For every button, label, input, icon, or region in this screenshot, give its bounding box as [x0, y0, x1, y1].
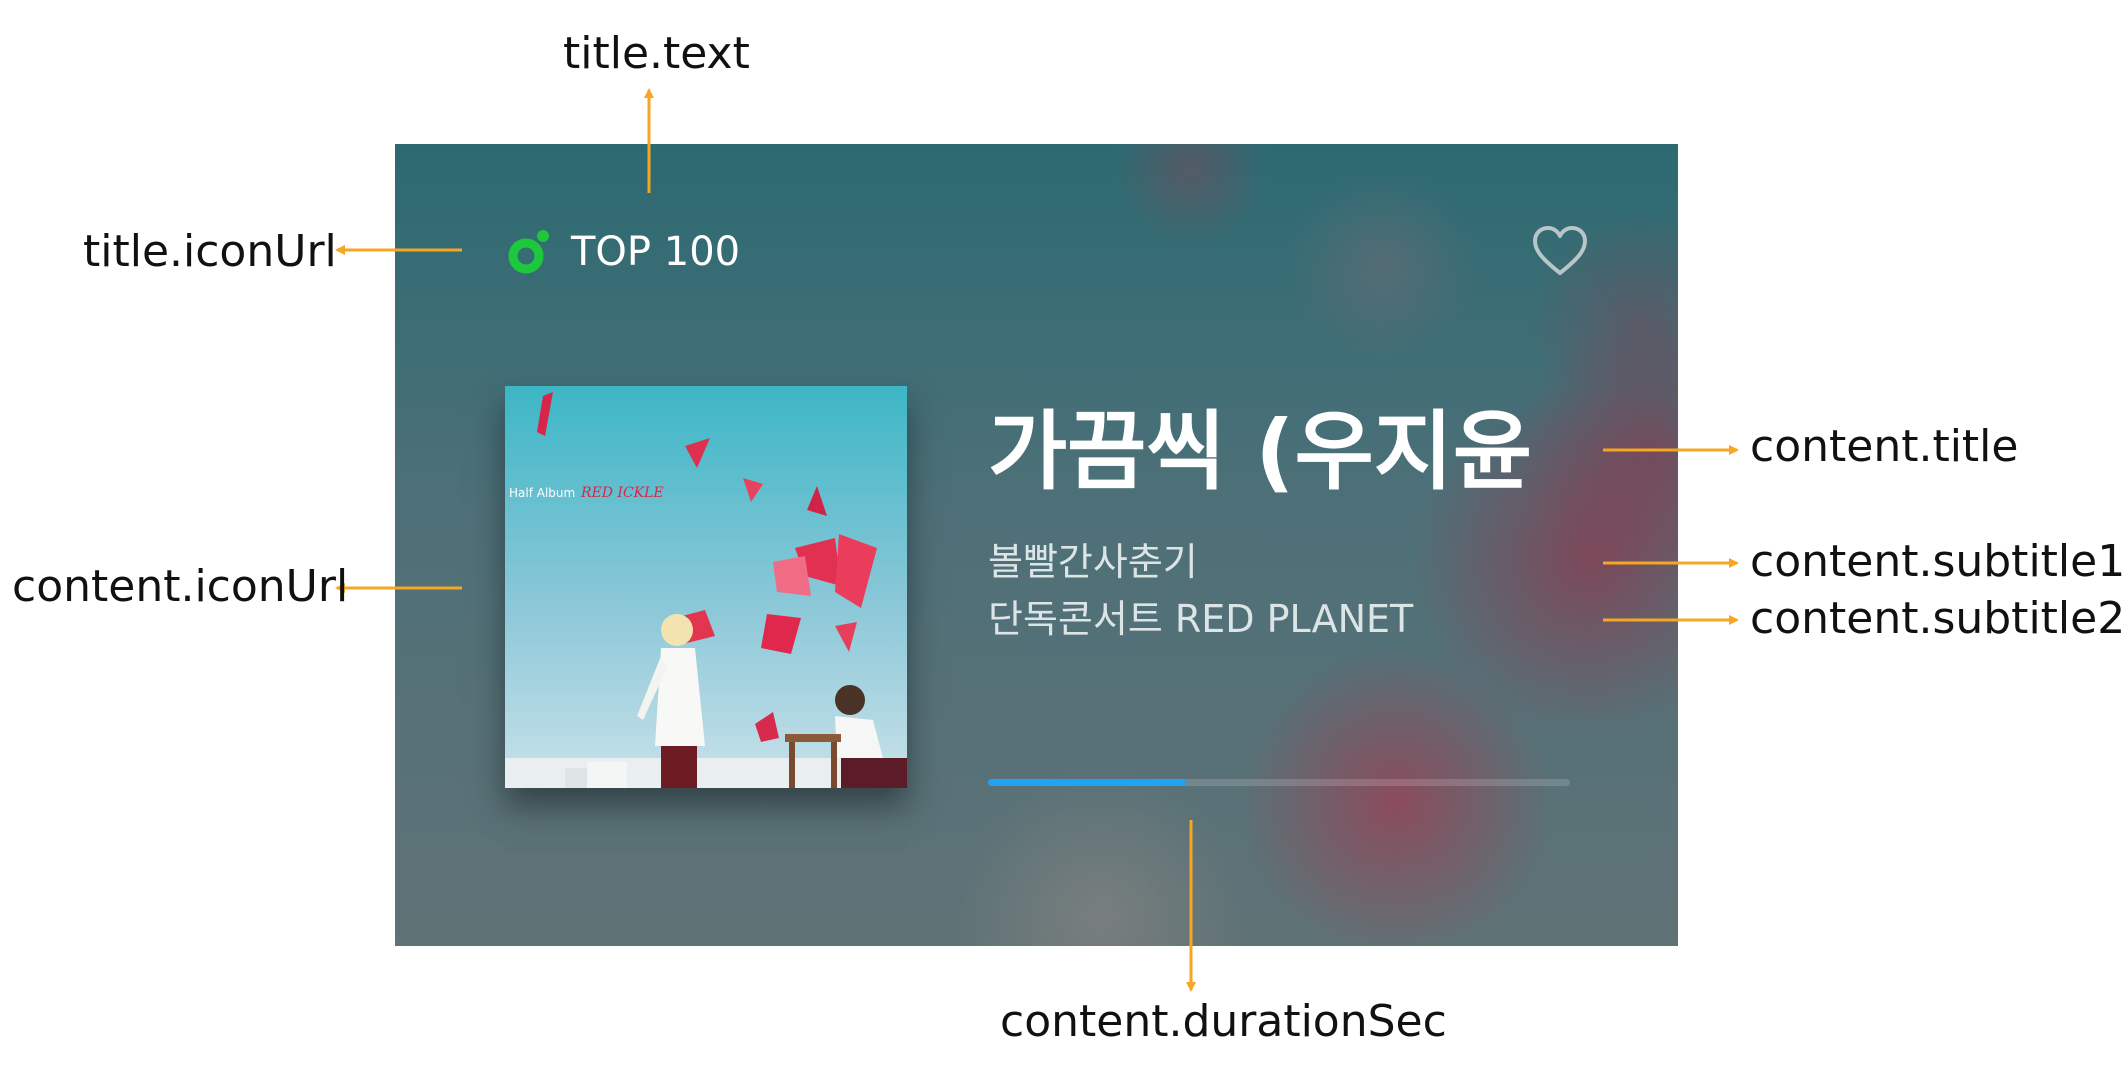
note-title-text: title.text	[563, 28, 750, 79]
note-content-subtitle2: content.subtitle2	[1750, 593, 2123, 644]
note-content-icon-url: content.iconUrl	[12, 561, 349, 612]
note-content-duration-sec: content.durationSec	[1000, 996, 1447, 1047]
note-content-subtitle1: content.subtitle1	[1750, 536, 2123, 587]
annotated-diagram: TOP 100 Half Album RED ICKLE 가끔씩 (우지윤 볼빨…	[0, 0, 2123, 1075]
note-title-icon-url: title.iconUrl	[83, 226, 337, 277]
note-content-title: content.title	[1750, 421, 2019, 472]
